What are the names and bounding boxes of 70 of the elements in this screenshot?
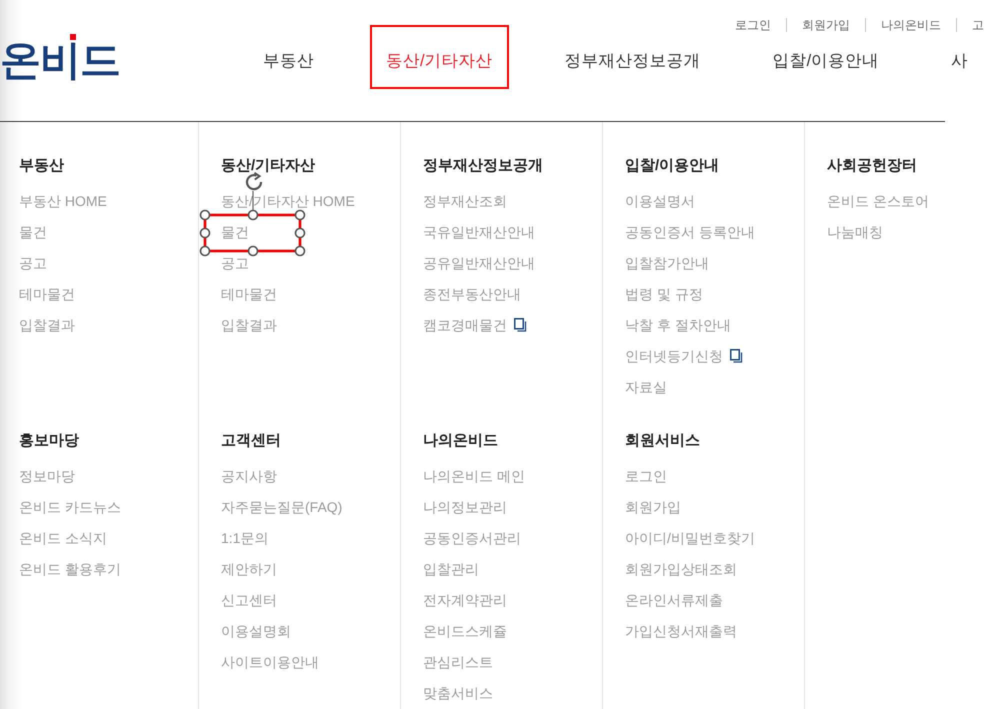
menu-link[interactable]: 캠코경매물건 — [423, 317, 507, 333]
menu-link[interactable]: 회원가입상태조회 — [625, 561, 737, 577]
menu-link[interactable]: 입찰참가안내 — [625, 255, 709, 271]
menu-link[interactable]: 테마물건 — [221, 286, 277, 302]
menu-link[interactable]: 온비드 온스토어 — [827, 193, 929, 209]
menu-link[interactable]: 공고 — [221, 255, 249, 271]
menu-heading[interactable]: 정부재산정보공개 — [423, 154, 543, 178]
menu-heading[interactable]: 동산/기타자산 — [221, 154, 316, 178]
menu-link[interactable]: 신고센터 — [221, 592, 277, 608]
menu-link[interactable]: 1:1문의 — [221, 530, 268, 546]
utility-link[interactable]: 회원가입 — [802, 18, 850, 32]
menu-link[interactable]: 인터넷등기신청 — [625, 348, 723, 364]
menu-link[interactable]: 가입신청서재출력 — [625, 623, 737, 639]
new-window-icon[interactable] — [730, 349, 743, 363]
logo[interactable]: 온비드 — [0, 40, 120, 80]
menu-link[interactable]: 자주묻는질문(FAQ) — [221, 499, 342, 515]
menu-heading[interactable]: 나의온비드 — [423, 429, 498, 453]
menu-link[interactable]: 아이디/비밀번호찾기 — [625, 530, 755, 546]
menu-link[interactable]: 공유일반재산안내 — [423, 255, 535, 271]
menu-link[interactable]: 낙찰 후 절차안내 — [625, 317, 731, 333]
menu-link[interactable]: 온라인서류제출 — [625, 592, 723, 608]
utility-link[interactable]: 나의온비드 — [881, 18, 942, 32]
nav-link[interactable]: 입찰/이용안내 — [772, 47, 880, 75]
menu-link[interactable]: 제안하기 — [221, 561, 277, 577]
menu-heading[interactable]: 회원서비스 — [625, 429, 700, 453]
menu-link[interactable]: 온비드스케쥴 — [423, 623, 507, 639]
menu-link[interactable]: 공고 — [19, 255, 47, 271]
menu-link[interactable]: 입찰결과 — [221, 317, 277, 333]
utility-link[interactable]: 고 — [972, 18, 984, 32]
menu-link[interactable]: 입찰관리 — [423, 561, 479, 577]
menu-link[interactable]: 사이트이용안내 — [221, 654, 319, 670]
nav-link[interactable]: 부동산 — [263, 47, 314, 75]
menu-heading[interactable]: 입찰/이용안내 — [625, 154, 720, 178]
menu-link[interactable]: 회원가입 — [625, 499, 681, 515]
menu-link[interactable]: 온비드 카드뉴스 — [19, 499, 121, 515]
menu-link[interactable]: 로그인 — [625, 468, 667, 484]
utility-link[interactable]: 로그인 — [735, 18, 772, 32]
selection-frame[interactable] — [200, 210, 306, 256]
menu-link[interactable]: 공동인증서 등록안내 — [625, 224, 755, 240]
menu-link[interactable]: 온비드 활용후기 — [19, 561, 121, 577]
menu-link[interactable]: 나의온비드 메인 — [423, 468, 525, 484]
menu-heading[interactable]: 홍보마당 — [19, 429, 79, 453]
menu-link[interactable]: 종전부동산안내 — [423, 286, 521, 302]
menu-link[interactable]: 나눔매칭 — [827, 224, 883, 240]
menu-link[interactable]: 공지사항 — [221, 468, 277, 484]
menu-link[interactable]: 맞춤서비스 — [423, 685, 493, 701]
menu-link[interactable]: 정보마당 — [19, 468, 75, 484]
menu-link[interactable]: 공동인증서관리 — [423, 530, 521, 546]
menu-heading[interactable]: 부동산 — [19, 154, 64, 178]
new-window-icon[interactable] — [514, 318, 527, 332]
menu-link[interactable]: 물건 — [221, 224, 249, 240]
menu-link[interactable]: 온비드 소식지 — [19, 530, 107, 546]
menu-link[interactable]: 부동산 HOME — [19, 193, 107, 209]
menu-link[interactable]: 국유일반재산안내 — [423, 224, 535, 240]
menu-link[interactable]: 테마물건 — [19, 286, 75, 302]
menu-link[interactable]: 물건 — [19, 224, 47, 240]
menu-heading[interactable]: 고객센터 — [221, 429, 281, 453]
nav-link[interactable]: 정부재산정보공개 — [564, 47, 701, 75]
menu-link[interactable]: 관심리스트 — [423, 654, 493, 670]
menu-link[interactable]: 전자계약관리 — [423, 592, 507, 608]
menu-link[interactable]: 자료실 — [625, 379, 667, 395]
menu-link[interactable]: 이용설명서 — [625, 193, 695, 209]
nav-link[interactable]: 사 — [951, 47, 968, 75]
nav-link[interactable]: 동산/기타자산 — [370, 25, 509, 89]
menu-link[interactable]: 입찰결과 — [19, 317, 75, 333]
menu-link[interactable]: 정부재산조회 — [423, 193, 507, 209]
menu-link[interactable]: 법령 및 규정 — [625, 286, 703, 302]
menu-heading[interactable]: 사회공헌장터 — [827, 154, 917, 178]
menu-link[interactable]: 이용설명회 — [221, 623, 291, 639]
menu-link[interactable]: 나의정보관리 — [423, 499, 507, 515]
